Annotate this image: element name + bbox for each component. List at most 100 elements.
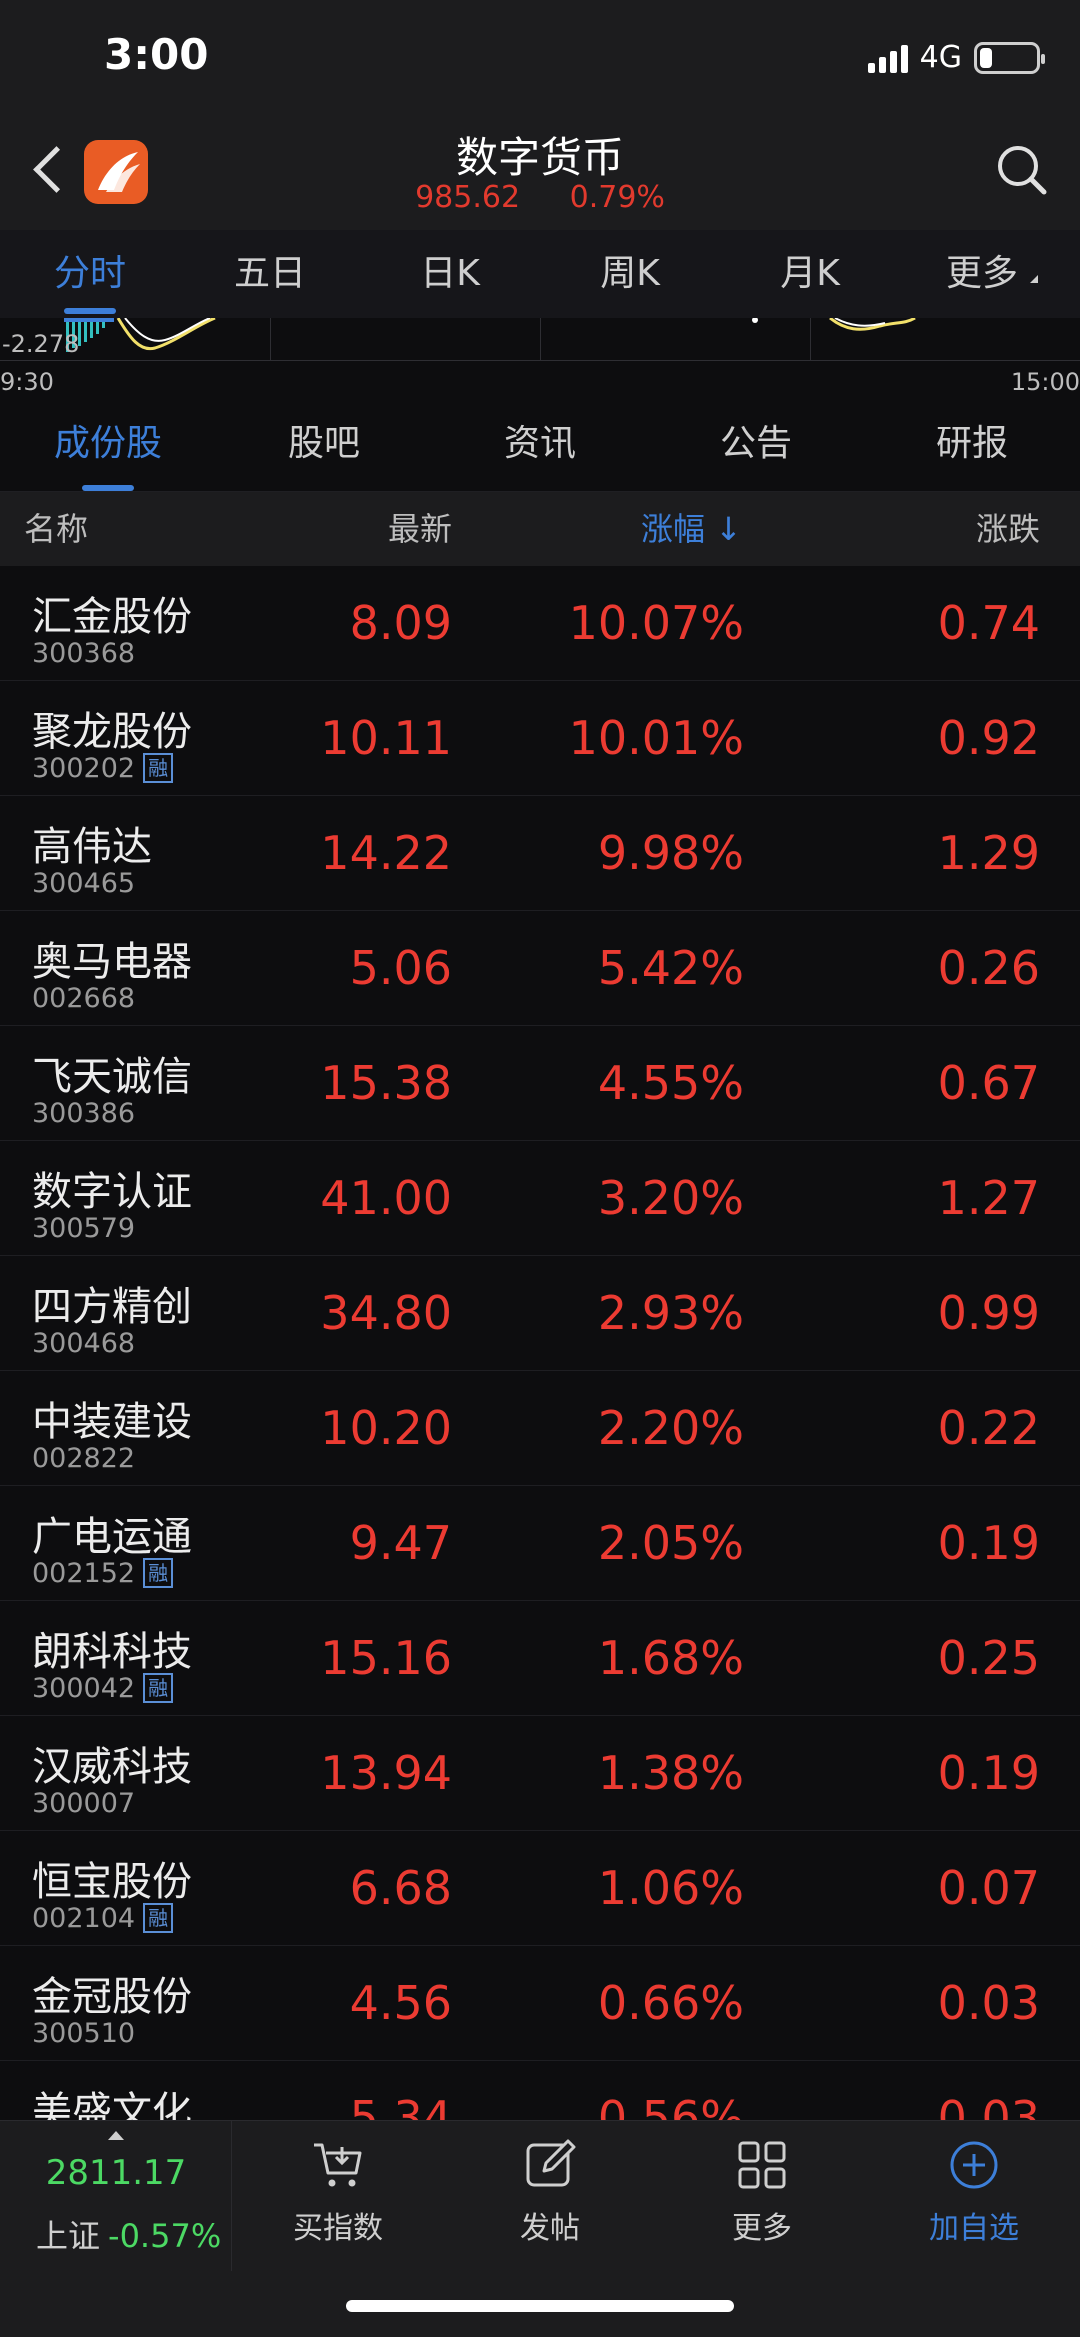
tab-intraday[interactable]: 分时 [0,230,180,318]
add-watchlist-button[interactable]: 加自选 [868,2137,1080,2247]
market-index-percent: -0.57% [108,2217,222,2255]
post-button[interactable]: 发帖 [444,2137,656,2247]
table-row[interactable]: 高伟达 300465 14.22 9.98% 1.29 [0,796,1080,911]
table-row[interactable]: 美盛文化 5.34 0.56% 0.03 [0,2061,1080,2120]
change-percent: 5.42% [597,941,744,995]
change-amount: 1.27 [937,1171,1040,1225]
intraday-chart[interactable]: -2.278 9:30 15:00 [0,318,1080,400]
change-amount: 0.74 [937,596,1040,650]
tab-daily-k[interactable]: 日K [360,230,540,318]
change-percent: 0.66% [597,1976,744,2030]
table-row[interactable]: 四方精创 300468 34.80 2.93% 0.99 [0,1256,1080,1371]
last-price: 6.68 [349,1861,452,1915]
stock-name: 汇金股份 [32,594,192,640]
table-row[interactable]: 广电运通 002152 融 9.47 2.05% 0.19 [0,1486,1080,1601]
column-last-price[interactable]: 最新 [388,492,452,566]
column-change-percent[interactable]: 涨幅 ↓ [641,492,742,566]
tab-five-day[interactable]: 五日 [180,230,360,318]
change-amount: 0.19 [937,1746,1040,1800]
margin-badge: 融 [143,1673,174,1703]
stock-code: 300368 [32,638,136,669]
change-amount: 0.67 [937,1056,1040,1110]
expand-up-icon [108,2131,124,2140]
section-tabs: 成份股 股吧 资讯 公告 研报 [0,400,1080,492]
change-amount: 1.29 [937,826,1040,880]
corner-arrow-icon [1022,275,1038,283]
network-type: 4G [919,40,962,75]
column-name[interactable]: 名称 [24,492,88,566]
chart-min-label: -2.278 [2,330,80,358]
table-row[interactable]: 中装建设 002822 10.20 2.20% 0.22 [0,1371,1080,1486]
stock-code-cell: 002822 [32,1443,135,1474]
change-percent: 1.38% [597,1746,744,1800]
change-amount: 0.19 [937,1516,1040,1570]
table-row[interactable]: 汉威科技 300007 13.94 1.38% 0.19 [0,1716,1080,1831]
column-change[interactable]: 涨跌 [976,492,1040,566]
more-button[interactable]: 更多 [656,2137,868,2247]
last-price: 14.22 [320,826,452,880]
stock-name: 中装建设 [32,1399,192,1445]
header: 数字货币 985.62 0.79% [0,110,1080,230]
tab-constituents[interactable]: 成份股 [0,400,216,491]
tab-monthly-k[interactable]: 月K [720,230,900,318]
last-price: 13.94 [320,1746,452,1800]
stock-name: 广电运通 [32,1514,192,1560]
stock-code-cell: 300202 融 [32,753,174,784]
change-percent: 2.20% [597,1401,744,1455]
stock-code: 300468 [32,1328,136,1359]
change-percent: 3.20% [597,1171,744,1225]
chart-lines [64,318,916,352]
last-price: 9.47 [349,1516,452,1570]
stock-name: 奥马电器 [32,939,192,985]
stock-name: 聚龙股份 [32,709,192,755]
tab-more[interactable]: 更多 [900,230,1080,318]
change-percent: 4.55% [597,1056,744,1110]
index-quote: 985.62 0.79% [0,180,1080,215]
plus-circle-icon [950,2141,998,2189]
stock-code: 300202 [32,753,136,784]
stock-name: 朗科科技 [32,1629,192,1675]
change-percent: 2.93% [597,1286,744,1340]
stock-code-cell: 002104 融 [32,1903,174,1934]
table-row[interactable]: 金冠股份 300510 4.56 0.66% 0.03 [0,1946,1080,2061]
stock-code: 002822 [32,1443,136,1474]
home-indicator[interactable] [346,2300,734,2312]
stock-code-cell: 002668 [32,983,135,1014]
status-time: 3:00 [104,30,209,79]
change-amount: 0.26 [937,941,1040,995]
buy-index-label: 买指数 [293,2211,383,2246]
market-index-name: 上证 [36,2217,101,2255]
tab-forum[interactable]: 股吧 [216,400,432,491]
table-row[interactable]: 聚龙股份 300202 融 10.11 10.01% 0.92 [0,681,1080,796]
stock-code: 300579 [32,1213,136,1244]
stock-code: 300510 [32,2018,136,2049]
tab-news[interactable]: 资讯 [432,400,648,491]
change-amount: 0.03 [937,2091,1040,2120]
stock-code-cell: 300368 [32,638,135,669]
margin-badge: 融 [143,1903,174,1933]
table-row[interactable]: 奥马电器 002668 5.06 5.42% 0.26 [0,911,1080,1026]
last-price: 10.11 [320,711,452,765]
change-percent: 10.01% [568,711,744,765]
change-percent: 1.06% [597,1861,744,1915]
table-row[interactable]: 数字认证 300579 41.00 3.20% 1.27 [0,1141,1080,1256]
edit-icon [526,2139,576,2187]
stock-code-cell: 300007 [32,1788,135,1819]
table-row[interactable]: 飞天诚信 300386 15.38 4.55% 0.67 [0,1026,1080,1141]
margin-badge: 融 [143,1558,174,1588]
search-icon[interactable] [994,142,1050,198]
change-amount: 0.22 [937,1401,1040,1455]
change-amount: 0.92 [937,711,1040,765]
buy-index-button[interactable]: 买指数 [232,2137,444,2247]
table-row[interactable]: 恒宝股份 002104 融 6.68 1.06% 0.07 [0,1831,1080,1946]
table-row[interactable]: 汇金股份 300368 8.09 10.07% 0.74 [0,566,1080,681]
stock-code-cell: 300042 融 [32,1673,174,1704]
change-amount: 0.99 [937,1286,1040,1340]
change-amount: 0.03 [937,1976,1040,2030]
chart-time-end: 15:00 [1010,368,1080,396]
table-row[interactable]: 朗科科技 300042 融 15.16 1.68% 0.25 [0,1601,1080,1716]
tab-research[interactable]: 研报 [864,400,1080,491]
tab-weekly-k[interactable]: 周K [540,230,720,318]
tab-announcements[interactable]: 公告 [648,400,864,491]
market-index-widget[interactable]: 2811.17 上证 -0.57% [0,2121,232,2271]
